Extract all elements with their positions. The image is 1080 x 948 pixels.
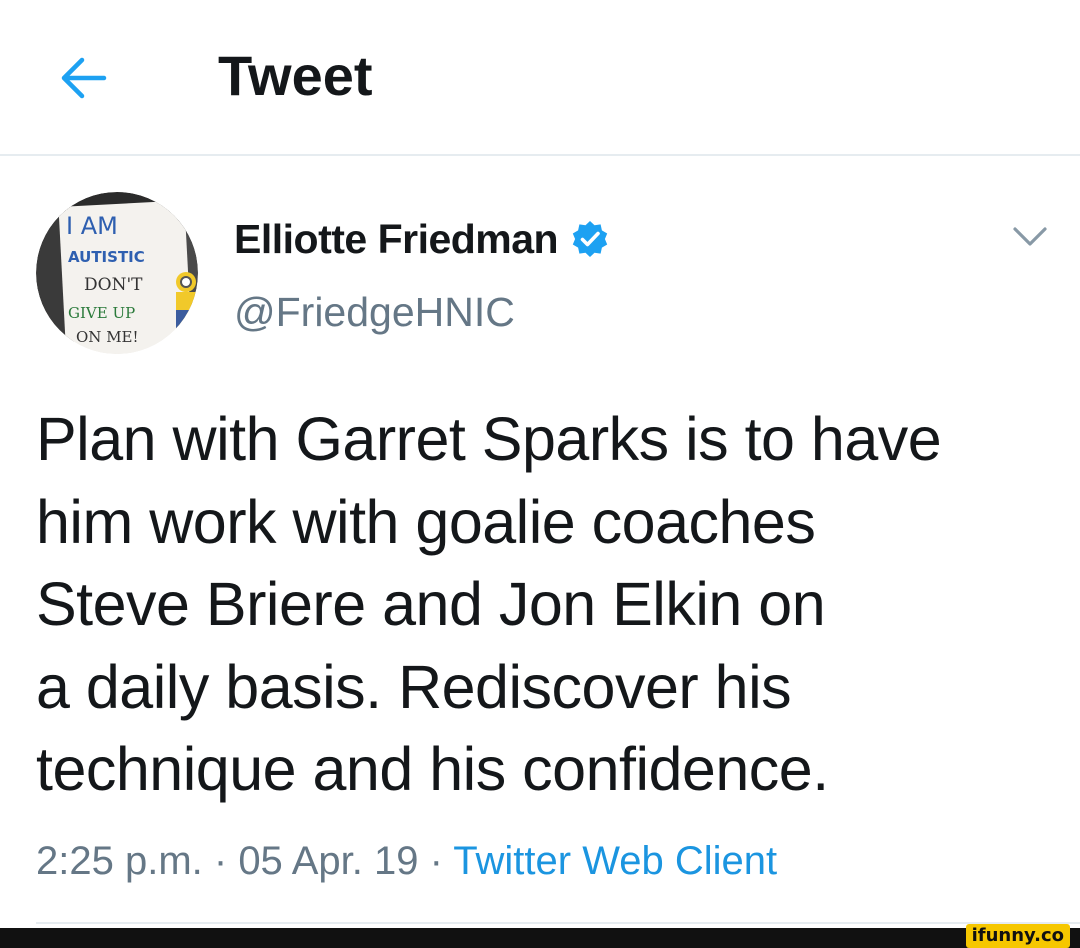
back-button[interactable]: [52, 46, 116, 110]
watermark-logo: ifunny.co: [965, 924, 1070, 948]
avatar-sign-line: DON'T: [84, 275, 143, 295]
arrow-left-icon: [61, 57, 107, 99]
meta-separator: ·: [418, 839, 454, 883]
author-handle[interactable]: @FriedgeHNIC: [234, 289, 515, 336]
tweet-text-line: technique and his confidence.: [36, 735, 829, 803]
avatar-sign-line: GIVE UP: [68, 304, 135, 322]
tweet-metadata: 2:25 p.m. · 05 Apr. 19 · Twitter Web Cli…: [36, 836, 777, 886]
chevron-down-icon: [1013, 227, 1047, 246]
divider: [36, 922, 1080, 924]
bottom-bar: [0, 928, 1080, 948]
tweet-text-line: Steve Briere and Jon Elkin on: [36, 570, 826, 638]
author-name-row[interactable]: Elliotte Friedman: [234, 214, 610, 264]
avatar-sign-line: ON ME!: [76, 328, 139, 346]
tweet-detail-page: Tweet I AM AUTISTIC DON'T GIVE UP ON ME!…: [0, 0, 1080, 948]
tweet-text-line: Plan with Garret Sparks is to have: [36, 405, 942, 473]
tweet-text-line: a daily basis. Rediscover his: [36, 652, 792, 721]
tweet-date: 05 Apr. 19: [238, 839, 419, 883]
meta-separator: ·: [202, 839, 239, 883]
tweet-source-link[interactable]: Twitter Web Client: [453, 839, 777, 883]
top-app-bar: Tweet: [0, 0, 1080, 156]
avatar-image: I AM AUTISTIC DON'T GIVE UP ON ME!: [36, 192, 198, 354]
avatar-sign-line: AUTISTIC: [68, 248, 145, 266]
tweet-menu-button[interactable]: [1008, 220, 1052, 254]
avatar[interactable]: I AM AUTISTIC DON'T GIVE UP ON ME!: [36, 192, 198, 354]
tweet-text-line: him work with goalie coaches: [36, 487, 816, 556]
verified-badge-icon: [572, 221, 608, 257]
avatar-sign-line: I AM: [66, 212, 118, 240]
page-title: Tweet: [218, 44, 373, 107]
tweet-text: Plan with Garret Sparks is to have him w…: [36, 398, 1046, 811]
tweet-time: 2:25 p.m.: [36, 839, 203, 883]
author-display-name: Elliotte Friedman: [234, 215, 559, 262]
